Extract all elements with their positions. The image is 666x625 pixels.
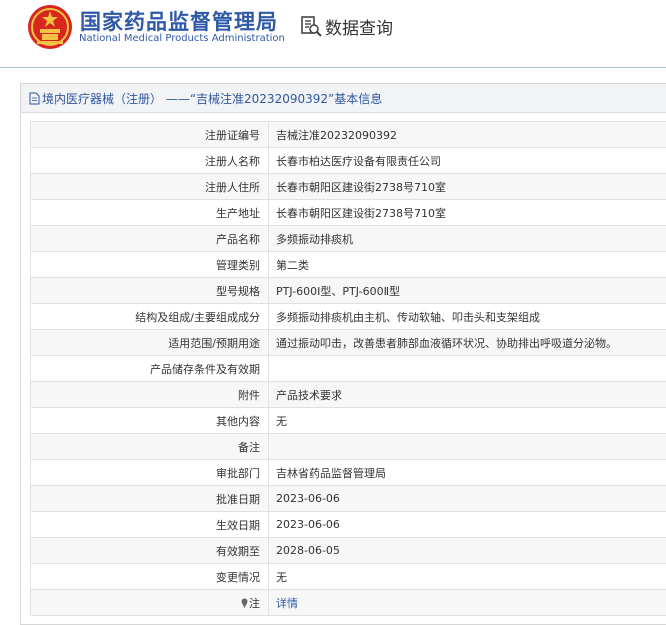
table-row: 注册人名称 长春市柏达医疗设备有限责任公司 bbox=[30, 147, 666, 174]
row-label: 适用范围/预期用途 bbox=[30, 329, 269, 356]
row-label: 生产地址 bbox=[30, 199, 269, 226]
note-value-cell: 详情 bbox=[268, 589, 666, 616]
data-query-label: 数据查询 bbox=[325, 18, 393, 39]
row-label: 变更情况 bbox=[30, 563, 269, 590]
org-name-en: National Medical Products Administration bbox=[79, 33, 285, 44]
row-value: 长春市朝阳区建设街2738号710室 bbox=[268, 199, 666, 226]
row-value: 长春市朝阳区建设街2738号710室 bbox=[268, 173, 666, 200]
row-value: 吉林省药品监督管理局 bbox=[268, 459, 666, 486]
table-row: 注册证编号 吉械注准20232090392 bbox=[30, 121, 666, 148]
row-label: 备注 bbox=[30, 433, 269, 460]
table-row: 管理类别 第二类 bbox=[30, 251, 666, 278]
detail-panel: 境内医疗器械（注册） ——“吉械注准20232090392”基本信息 注册证编号… bbox=[20, 83, 666, 625]
row-label: 产品名称 bbox=[30, 225, 269, 252]
row-label: 生效日期 bbox=[30, 511, 269, 538]
row-label: 审批部门 bbox=[30, 459, 269, 486]
info-table: 注册证编号 吉械注准20232090392 注册人名称 长春市柏达医疗设备有限责任公… bbox=[30, 121, 666, 616]
table-row: 型号规格 PTJ-600Ⅰ型、PTJ-600Ⅱ型 bbox=[30, 277, 666, 304]
header-divider bbox=[0, 67, 666, 68]
note-label-cell: 注 bbox=[30, 589, 269, 616]
row-label: 结构及组成/主要组成成分 bbox=[30, 303, 269, 330]
document-icon bbox=[29, 92, 40, 104]
table-row: 结构及组成/主要组成成分 多频振动排痰机由主机、传动软轴、叩击头和支架组成 bbox=[30, 303, 666, 330]
panel-title-text: 境内医疗器械（注册） ——“吉械注准20232090392”基本信息 bbox=[42, 91, 383, 106]
row-value: 无 bbox=[268, 407, 666, 434]
table-row: 生产地址 长春市朝阳区建设街2738号710室 bbox=[30, 199, 666, 226]
row-value: 2023-06-06 bbox=[268, 511, 666, 538]
national-emblem-icon bbox=[28, 5, 72, 49]
row-label: 注册人住所 bbox=[30, 173, 269, 200]
row-value: 多频振动排痰机由主机、传动软轴、叩击头和支架组成 bbox=[268, 303, 666, 330]
table-row: 变更情况无 bbox=[30, 563, 666, 590]
row-value: PTJ-600Ⅰ型、PTJ-600Ⅱ型 bbox=[268, 277, 666, 304]
row-value: 多频振动排痰机 bbox=[268, 225, 666, 252]
table-row: 批准日期 2023-06-06 bbox=[30, 485, 666, 512]
table-row: 适用范围/预期用途 通过振动叩击，改善患者肺部血液循环状况、协助排出呼吸道分泌物。 bbox=[30, 329, 666, 356]
note-label: 注 bbox=[249, 596, 260, 610]
table-row: 生效日期 2023-06-06 bbox=[30, 511, 666, 538]
row-value bbox=[268, 355, 666, 382]
row-label: 批准日期 bbox=[30, 485, 269, 512]
row-label: 注册证编号 bbox=[30, 121, 269, 148]
details-link[interactable]: 详情 bbox=[276, 597, 298, 610]
row-value: 通过振动叩击，改善患者肺部血液循环状况、协助排出呼吸道分泌物。 bbox=[268, 329, 666, 356]
row-value: 无 bbox=[268, 563, 666, 590]
row-value: 吉械注准20232090392 bbox=[268, 121, 666, 148]
table-row: 有效期至 2028-06-05 bbox=[30, 537, 666, 564]
row-label: 其他内容 bbox=[30, 407, 269, 434]
row-value bbox=[268, 433, 666, 460]
panel-title: 境内医疗器械（注册） ——“吉械注准20232090392”基本信息 bbox=[21, 84, 666, 113]
table-row-note: 注 详情 bbox=[30, 589, 666, 616]
table-row: 产品储存条件及有效期 bbox=[30, 355, 666, 382]
row-label: 有效期至 bbox=[30, 537, 269, 564]
table-row: 其他内容无 bbox=[30, 407, 666, 434]
data-query-link[interactable]: 数据查询 bbox=[300, 13, 393, 39]
site-header: 国家药品监督管理局 National Medical Products Admi… bbox=[0, 0, 666, 68]
row-value: 第二类 bbox=[268, 251, 666, 278]
pin-icon bbox=[241, 598, 248, 608]
row-label: 管理类别 bbox=[30, 251, 269, 278]
row-value: 长春市柏达医疗设备有限责任公司 bbox=[268, 147, 666, 174]
row-label: 型号规格 bbox=[30, 277, 269, 304]
table-row: 注册人住所 长春市朝阳区建设街2738号710室 bbox=[30, 173, 666, 200]
org-name-cn: 国家药品监督管理局 bbox=[80, 10, 278, 34]
row-label: 附件 bbox=[30, 381, 269, 408]
row-label: 产品储存条件及有效期 bbox=[30, 355, 269, 382]
table-row: 附件 产品技术要求 bbox=[30, 381, 666, 408]
row-value: 2023-06-06 bbox=[268, 485, 666, 512]
search-document-icon bbox=[301, 16, 322, 37]
row-label: 注册人名称 bbox=[30, 147, 269, 174]
row-value: 产品技术要求 bbox=[268, 381, 666, 408]
row-value: 2028-06-05 bbox=[268, 537, 666, 564]
table-row: 备注 bbox=[30, 433, 666, 460]
table-row: 产品名称 多频振动排痰机 bbox=[30, 225, 666, 252]
table-row: 审批部门 吉林省药品监督管理局 bbox=[30, 459, 666, 486]
